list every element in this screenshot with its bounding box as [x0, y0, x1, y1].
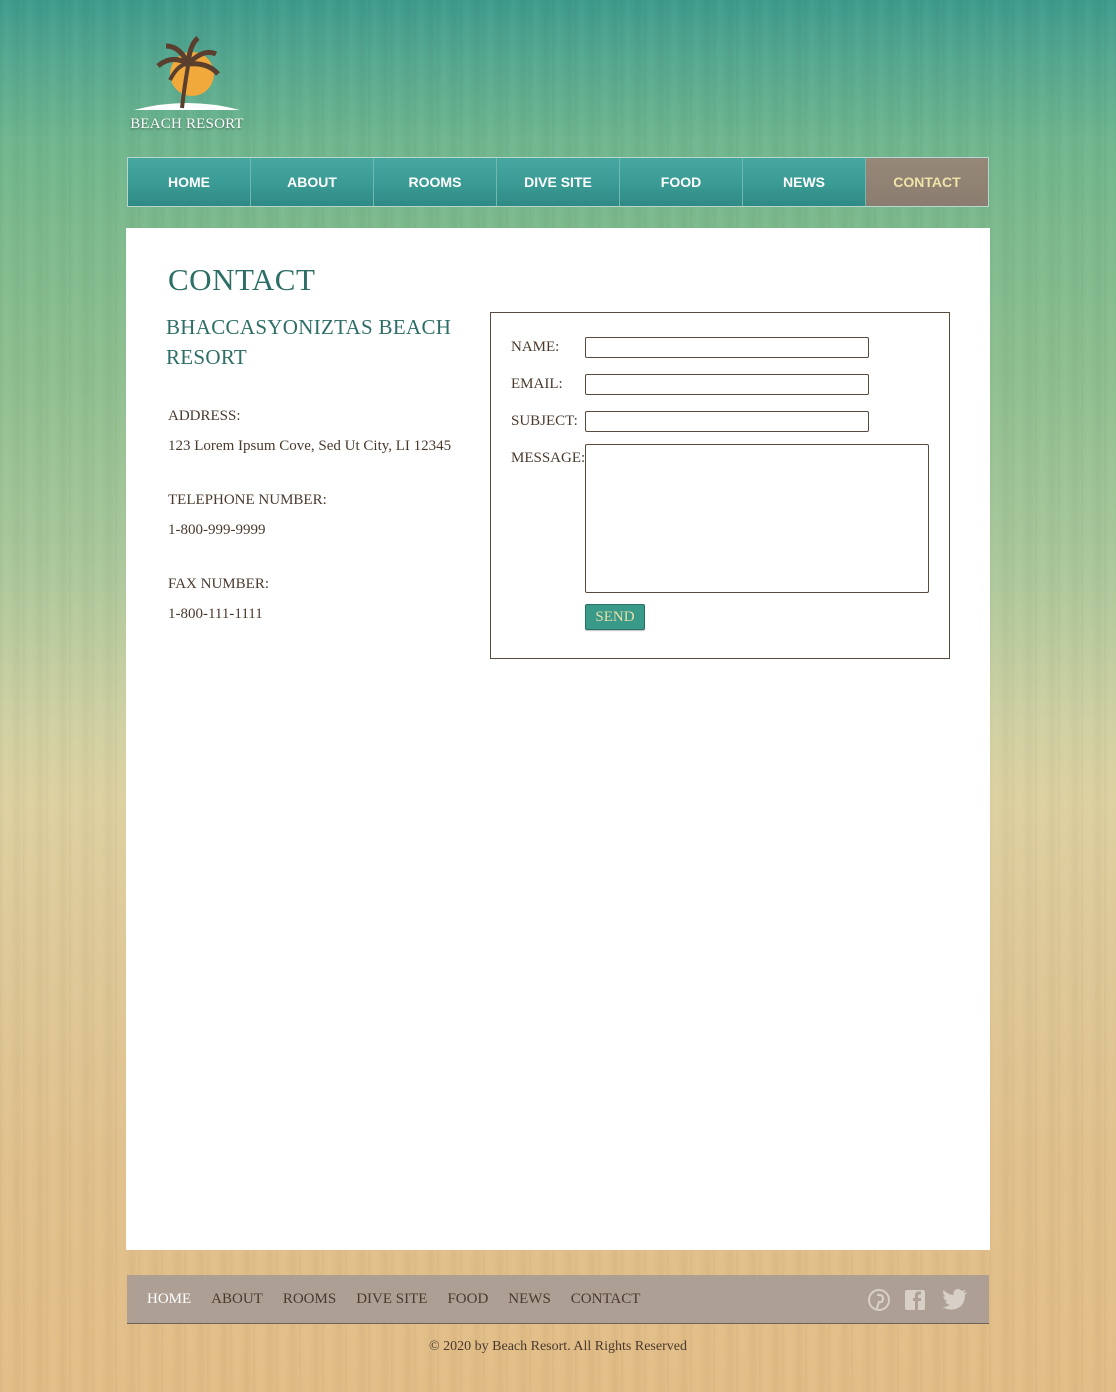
name-field[interactable] [585, 337, 869, 358]
email-field[interactable] [585, 374, 869, 395]
address-value: 123 Lorem Ipsum Cove, Sed Ut City, LI 12… [168, 438, 452, 454]
copyright-text: © 2020 by Beach Resort. All Rights Reser… [429, 1339, 687, 1354]
footer-navigation: HOME ABOUT ROOMS DIVE SITE FOOD NEWS CON… [127, 1275, 989, 1324]
send-button[interactable]: SEND [585, 604, 645, 630]
fax-label: FAX NUMBER: [168, 576, 269, 592]
site-logo[interactable]: BEACH RESORT [127, 34, 247, 134]
footer-link-about[interactable]: ABOUT [211, 1291, 263, 1308]
footer-links: HOME ABOUT ROOMS DIVE SITE FOOD NEWS CON… [147, 1275, 660, 1323]
nav-news[interactable]: NEWS [743, 158, 866, 206]
message-label: MESSAGE: [511, 450, 586, 466]
contact-form: NAME: EMAIL: SUBJECT: MESSAGE: SEND [490, 312, 950, 659]
nav-home[interactable]: HOME [128, 158, 251, 206]
footer-link-home[interactable]: HOME [147, 1291, 191, 1308]
address-label: ADDRESS: [168, 408, 241, 424]
footer-link-rooms[interactable]: ROOMS [283, 1291, 336, 1308]
email-label: EMAIL: [511, 376, 563, 392]
main-navigation: HOME ABOUT ROOMS DIVE SITE FOOD NEWS CON… [127, 157, 989, 207]
subject-field[interactable] [585, 411, 869, 432]
phone-label: TELEPHONE NUMBER: [168, 492, 327, 508]
content-panel: CONTACT BHACCASYONIZTAS BEACH RESORT ADD… [126, 228, 990, 1250]
nav-about[interactable]: ABOUT [251, 158, 374, 206]
logo-text: BEACH RESORT [130, 116, 244, 132]
fax-value: 1-800-111-1111 [168, 606, 263, 622]
phone-value: 1-800-999-9999 [168, 522, 266, 538]
footer-link-food[interactable]: FOOD [447, 1291, 488, 1308]
message-field[interactable] [585, 444, 929, 593]
nav-food[interactable]: FOOD [620, 158, 743, 206]
footer-link-contact[interactable]: CONTACT [571, 1291, 641, 1308]
footer-link-dive-site[interactable]: DIVE SITE [356, 1291, 427, 1308]
nav-rooms[interactable]: ROOMS [374, 158, 497, 206]
name-label: NAME: [511, 339, 560, 355]
palm-tree-sunset-icon [134, 36, 240, 110]
pinterest-icon[interactable] [867, 1288, 891, 1312]
nav-contact[interactable]: CONTACT [866, 158, 988, 206]
resort-name: BHACCASYONIZTAS BEACH RESORT [166, 315, 452, 369]
facebook-icon[interactable] [903, 1288, 927, 1312]
nav-dive-site[interactable]: DIVE SITE [497, 158, 620, 206]
footer-link-news[interactable]: NEWS [508, 1291, 551, 1308]
page-title: CONTACT [168, 262, 316, 297]
subject-label: SUBJECT: [511, 413, 578, 429]
twitter-icon[interactable] [941, 1288, 967, 1312]
